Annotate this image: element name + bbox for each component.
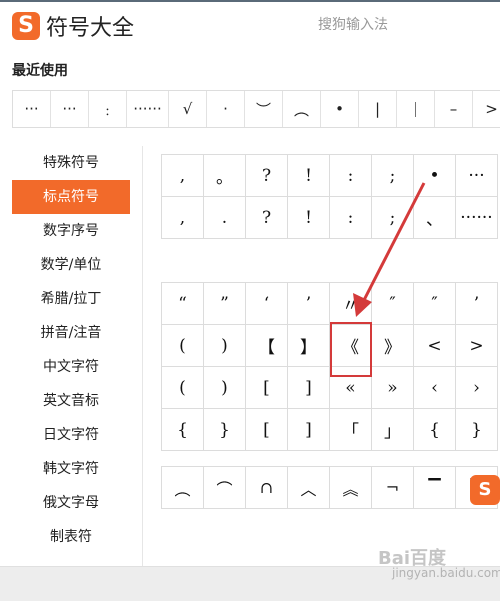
recent-symbol-cell[interactable]: ︶ [245,91,283,127]
sidebar-item-0[interactable]: 特殊符号 [12,146,130,180]
symbol-cell[interactable]: [ [246,367,288,409]
symbol-cell[interactable]: ) [204,367,246,409]
symbol-cell[interactable]: » [372,367,414,409]
sidebar-item-7[interactable]: 英文音标 [12,384,130,418]
recent-symbol-cell[interactable]: ··· [13,91,51,127]
symbol-cell[interactable]: 。 [204,155,246,197]
sidebar-divider [142,146,143,566]
symbol-cell[interactable]: 〃 [330,283,372,325]
symbol-cell[interactable]: ( [162,325,204,367]
symbol-cell[interactable]: ? [246,155,288,197]
symbol-grid-punctuation: ,。?!:; • ···,.?!:;、 ······ [161,154,498,239]
symbol-cell[interactable]: ··· [456,155,498,197]
recent-symbol-cell[interactable]: · [207,91,245,127]
symbol-cell[interactable]: 》 [372,325,414,367]
symbol-cell[interactable]: ″ [414,283,456,325]
recent-symbol-cell[interactable]: ︵ [283,91,321,127]
symbol-cell[interactable]: { [414,409,456,451]
symbol-cell[interactable]: ; [372,197,414,239]
sidebar-item-6[interactable]: 中文字符 [12,350,130,384]
sidebar-item-1[interactable]: 标点符号 [12,180,130,214]
sogou-logo-icon: S [12,12,40,40]
symbol-cell[interactable]: , [162,197,204,239]
symbol-cell[interactable]: < [414,325,456,367]
symbol-cell[interactable]: ? [246,197,288,239]
symbol-cell[interactable]: 、 [414,197,456,239]
symbol-cell[interactable]: ” [204,283,246,325]
watermark-url: jingyan.baidu.com [392,566,500,580]
sidebar-item-4[interactable]: 希腊/拉丁 [12,282,130,316]
symbol-cell[interactable]: . [204,197,246,239]
recent-section-title: 最近使用 [12,63,68,79]
symbol-cell[interactable]: > [456,325,498,367]
symbol-cell[interactable]: ’ [288,283,330,325]
symbol-cell[interactable]: ’ [456,283,498,325]
window-title: 符号大全 [46,16,135,41]
recent-symbol-cell[interactable]: ｜ [397,91,435,127]
symbol-cell[interactable]: ······ [456,197,498,239]
symbol-cell[interactable]: , [162,155,204,197]
symbol-cell[interactable]: ] [288,409,330,451]
symbol-cell[interactable]: ! [288,155,330,197]
symbol-cell[interactable]: ] [288,367,330,409]
symbol-cell[interactable]: [ [246,409,288,451]
symbol-cell[interactable]: ″ [372,283,414,325]
symbol-cell[interactable]: ¬ [372,467,414,509]
symbol-cell[interactable]: ) [204,325,246,367]
symbol-cell[interactable]: ∩ [246,467,288,509]
symbol-cell[interactable]: • [414,155,456,197]
sidebar-item-2[interactable]: 数字序号 [12,214,130,248]
symbol-cell[interactable]: ; [372,155,414,197]
symbol-cell[interactable]: ▔ [414,467,456,509]
symbol-cell[interactable]: ︿ [288,467,330,509]
symbol-cell[interactable]: 」 [372,409,414,451]
symbol-cell[interactable]: 】 [288,325,330,367]
category-sidebar: 特殊符号 标点符号 数字序号 数学/单位 希腊/拉丁 拼音/注音 中文字符 英文音标 日文字符韩… [12,146,130,554]
sidebar-item-3[interactable]: 数学/单位 [12,248,130,282]
symbol-cell[interactable]: ︵ [162,467,204,509]
recent-symbols-row: ··· ··· ﹕ ······ √ · ︶ ︵ • | ｜ – > [12,90,500,128]
symbol-grid-marks: ︵⌒∩︿︽¬▔▛ [161,466,498,509]
symbol-cell[interactable]: ︽ [330,467,372,509]
recent-symbol-cell[interactable]: ··· [51,91,89,127]
highlight-annotation-box [330,322,372,377]
recent-symbol-cell[interactable]: | [359,91,397,127]
recent-symbol-cell[interactable]: √ [169,91,207,127]
symbol-cell[interactable]: : [330,197,372,239]
recent-symbol-cell[interactable]: • [321,91,359,127]
symbol-cell[interactable]: ( [162,367,204,409]
recent-symbol-cell[interactable]: ﹕ [89,91,127,127]
symbol-cell[interactable]: ! [288,197,330,239]
symbol-cell[interactable]: ‹ [414,367,456,409]
symbol-cell[interactable]: 「 [330,409,372,451]
title-bar: S 符号大全 搜狗输入法 [0,0,500,52]
symbol-cell[interactable]: “ [162,283,204,325]
sidebar-item-11[interactable]: 制表符 [12,520,130,554]
sidebar-item-8[interactable]: 日文字符 [12,418,130,452]
symbol-cell[interactable]: ‘ [246,283,288,325]
sogou-float-logo-icon[interactable]: S [470,475,500,505]
symbol-cell[interactable]: 【 [246,325,288,367]
sidebar-item-10[interactable]: 俄文字母 [12,486,130,520]
brand-label: 搜狗输入法 [318,17,388,33]
recent-symbol-cell[interactable]: > [473,91,500,127]
symbol-cell[interactable]: } [456,409,498,451]
sidebar-item-9[interactable]: 韩文字符 [12,452,130,486]
symbol-cell[interactable]: : [330,155,372,197]
sidebar-item-5[interactable]: 拼音/注音 [12,316,130,350]
symbol-cell[interactable]: › [456,367,498,409]
symbol-cell[interactable]: } [204,409,246,451]
recent-symbol-cell[interactable]: – [435,91,473,127]
recent-symbol-cell[interactable]: ······ [127,91,169,127]
symbol-cell[interactable]: { [162,409,204,451]
symbol-cell[interactable]: ⌒ [204,467,246,509]
